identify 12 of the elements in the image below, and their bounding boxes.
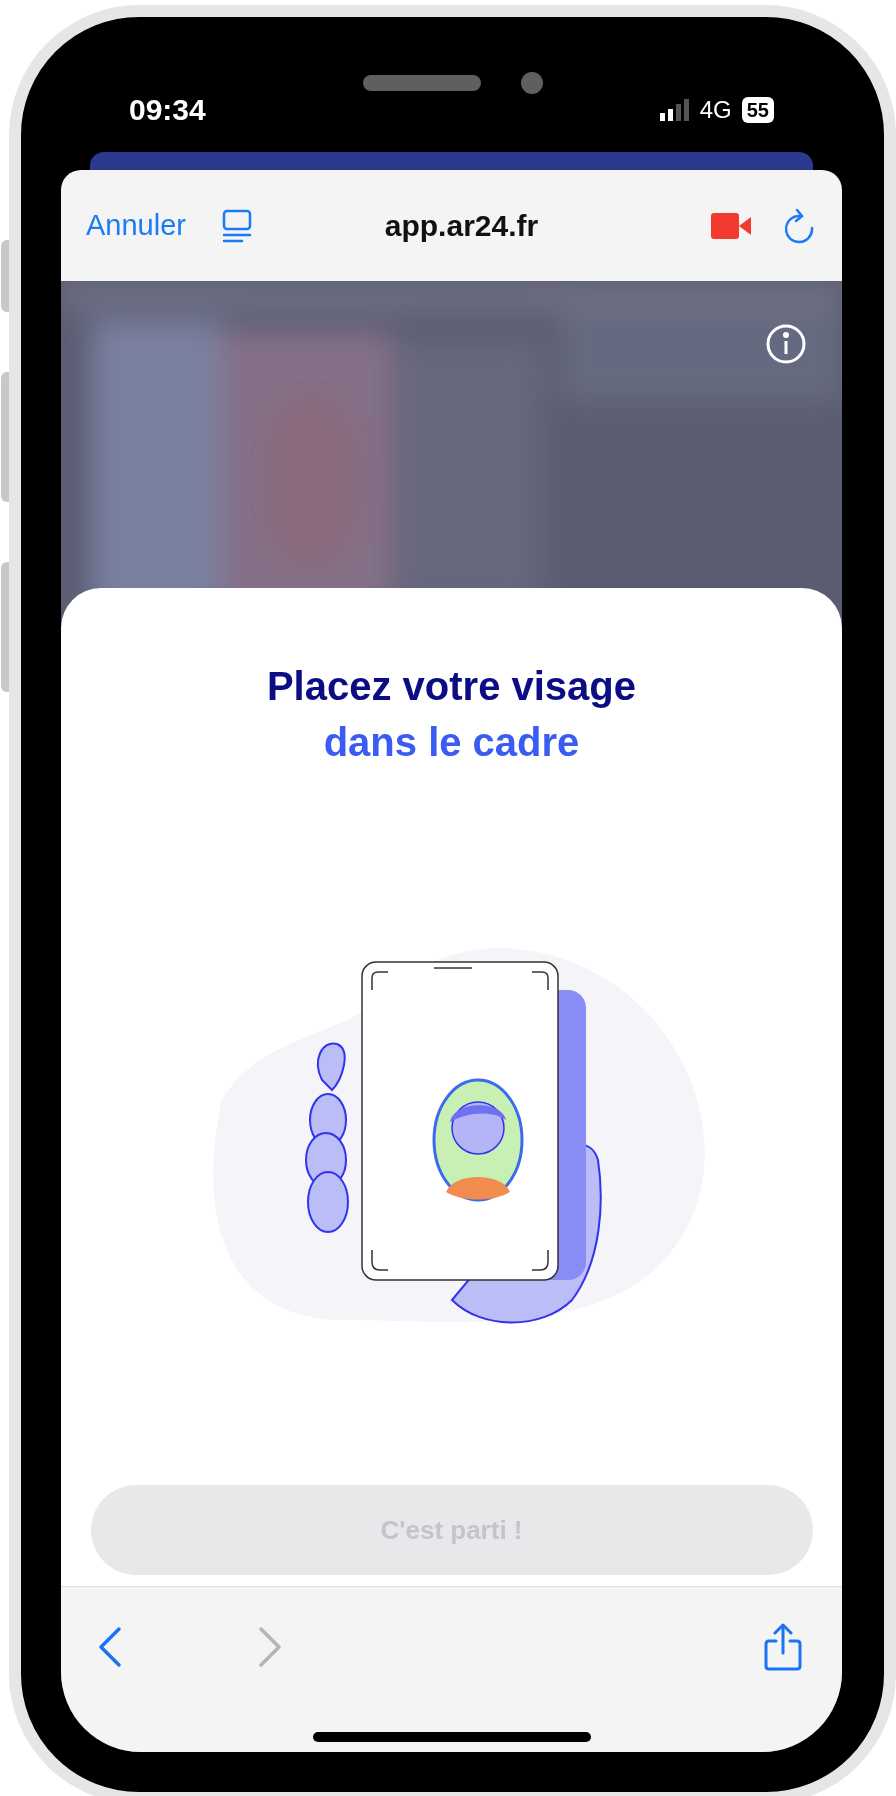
signal-icon	[659, 98, 690, 121]
share-icon[interactable]	[764, 1623, 802, 1671]
back-icon[interactable]	[97, 1625, 123, 1669]
reader-icon[interactable]	[221, 208, 252, 243]
info-icon[interactable]	[765, 323, 807, 365]
card-title: Placez votre visage	[266, 663, 637, 710]
url-text: app.ar24.fr	[383, 208, 540, 244]
status-time: 09:34	[129, 92, 206, 128]
battery-level: 55	[741, 96, 774, 123]
card-subtitle: dans le cadre	[323, 719, 580, 766]
network-type: 4G	[699, 94, 732, 125]
cancel-button[interactable]: Annuler	[86, 203, 186, 248]
